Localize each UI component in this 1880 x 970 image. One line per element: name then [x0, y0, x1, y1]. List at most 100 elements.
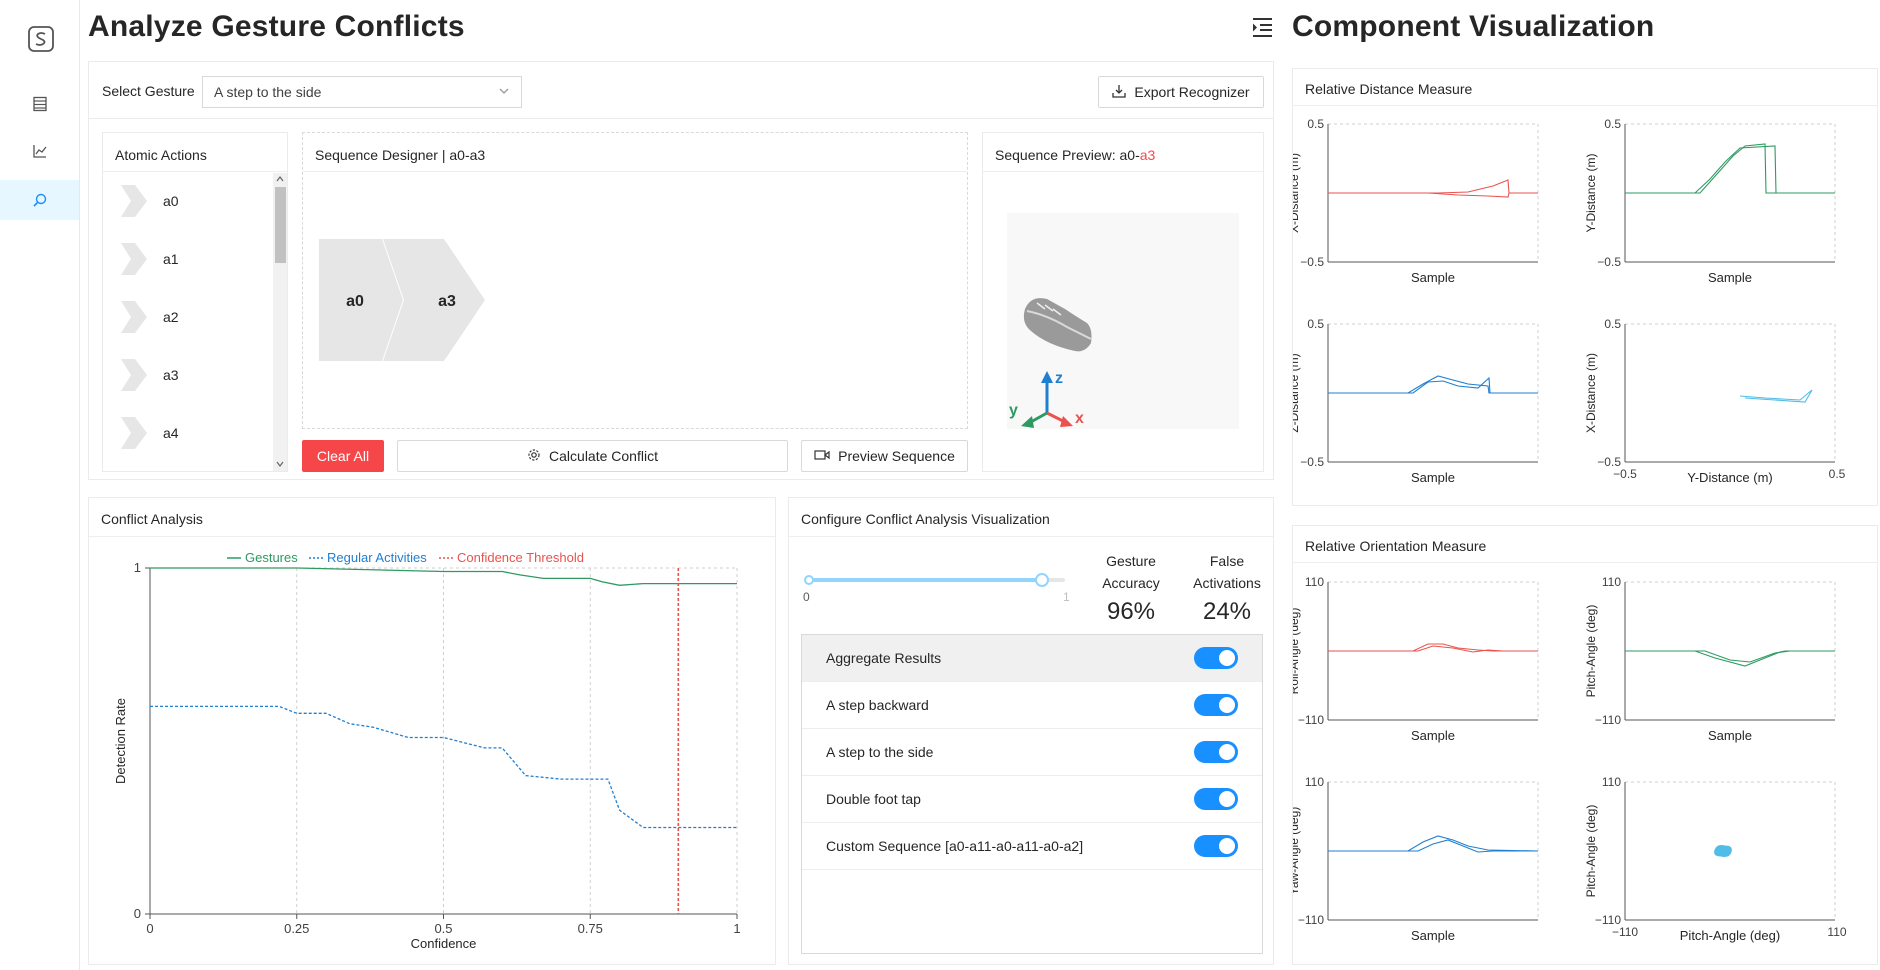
gesture-select-value: A step to the side — [214, 84, 322, 100]
distance-charts[interactable]: 0.5 −0.5 Sample X-Distance (m) 0.5 −0.5 Sample… — [1293, 107, 1877, 505]
component-chart[interactable]: 0.5 −0.5 Sample Y-Distance (m) — [1584, 117, 1836, 285]
gesture-select[interactable]: A step to the side — [202, 76, 522, 108]
toggle-switch[interactable] — [1194, 647, 1238, 669]
y-axis-label: Pitch-Angle (deg) — [1584, 805, 1598, 898]
component-visualization-title: Component Visualization — [1292, 10, 1655, 43]
toggle-row-double-tap[interactable]: Double foot tap — [802, 776, 1262, 823]
toggle-switch[interactable] — [1194, 788, 1238, 810]
atomic-action-a1[interactable]: a1 — [121, 239, 179, 279]
x-tick-label: −0.5 — [1613, 467, 1637, 481]
nav-chart-icon[interactable] — [0, 131, 79, 171]
x-tick-label: 1 — [733, 921, 740, 936]
slider-handle-max[interactable] — [1035, 573, 1049, 587]
trace-line — [1328, 179, 1538, 194]
calculate-conflict-label: Calculate Conflict — [549, 448, 658, 464]
x-axis-label: Sample — [1411, 728, 1455, 743]
sequence-preview-title: Sequence Preview: a0-a3 — [995, 147, 1156, 163]
legend-item[interactable]: Regular Activities — [309, 550, 427, 565]
threshold-slider[interactable] — [804, 573, 1065, 587]
legend-item[interactable]: Gestures — [227, 550, 298, 565]
preview-viewport[interactable]: z x y — [1007, 213, 1239, 429]
scatter-blob — [1714, 845, 1732, 857]
axis-y-label: y — [1009, 402, 1018, 419]
orientation-charts[interactable]: 110 −110 Sample Roll-Angle (deg) 110 −110 Samp… — [1293, 564, 1877, 964]
y-axis-label: X-Distance (m) — [1584, 353, 1598, 433]
clear-all-button[interactable]: Clear All — [302, 440, 384, 472]
gesture-accuracy-value: 96% — [1106, 598, 1156, 625]
x-tick-label: 0.75 — [578, 921, 603, 936]
y-tick-label: 0.5 — [1307, 317, 1324, 331]
conflict-chart[interactable]: Gestures Regular Activities Confidence Thr… — [89, 538, 775, 964]
toggle-row-custom-sequence[interactable]: Custom Sequence [a0-a11-a0-a11-a0-a2] — [802, 823, 1262, 870]
y-tick-label: −110 — [1595, 713, 1621, 727]
scroll-down-icon[interactable] — [276, 460, 284, 468]
slider-handle-min[interactable] — [804, 575, 814, 585]
chevron-down-icon — [498, 84, 510, 100]
nav-search-icon[interactable] — [0, 180, 79, 220]
false-activations-value: 24% — [1202, 598, 1252, 625]
series-toggle-list: Aggregate Results A step backward A step… — [801, 634, 1263, 954]
toggle-switch[interactable] — [1194, 835, 1238, 857]
toggle-row-aggregate[interactable]: Aggregate Results — [802, 635, 1262, 682]
x-tick-label: 0 — [146, 921, 153, 936]
component-chart[interactable]: 0.5−0.5Y-Distance (m)X-Distance (m)−0.5 0… — [1584, 317, 1846, 485]
legend-item[interactable]: Confidence Threshold — [439, 550, 584, 565]
atomic-action-a4[interactable]: a4 — [121, 413, 179, 453]
y-tick-label: 0 — [134, 906, 141, 921]
app-logo-icon[interactable] — [26, 24, 56, 59]
trace-line — [1625, 143, 1835, 194]
component-chart[interactable]: 110 −110 Pitch-Angle (deg) Pitch-Angle (deg… — [1584, 775, 1847, 943]
toggle-switch[interactable] — [1194, 741, 1238, 763]
atomic-action-label: a2 — [163, 309, 179, 325]
x-axis-label: Y-Distance (m) — [1687, 470, 1772, 485]
x-tick-label: −110 — [1612, 925, 1638, 939]
atomic-action-a2[interactable]: a2 — [121, 297, 179, 337]
select-gesture-label: Select Gesture — [102, 83, 195, 99]
sequence-blocks: a0 a3 — [319, 239, 485, 361]
collapse-menu-icon[interactable] — [1250, 16, 1274, 43]
chevron-block-icon — [121, 301, 147, 333]
toggle-row-step-side[interactable]: A step to the side — [802, 729, 1262, 776]
toggle-label: A step to the side — [826, 744, 934, 760]
y-tick-label: −0.5 — [1300, 455, 1324, 469]
atomic-actions-list: a0 a1 a2 a3 a4 — [103, 173, 273, 471]
calculate-conflict-button[interactable]: Calculate Conflict — [397, 440, 788, 472]
scrollbar-thumb[interactable] — [275, 187, 286, 263]
toggle-row-step-backward[interactable]: A step backward — [802, 682, 1262, 729]
orientation-title: Relative Orientation Measure — [1305, 538, 1487, 554]
y-tick-label: 110 — [1602, 775, 1621, 789]
preview-sequence-label: Preview Sequence — [838, 448, 955, 464]
component-chart[interactable]: 110 −110 Sample Roll-Angle (deg) — [1293, 575, 1539, 743]
component-chart[interactable]: 110 −110 Sample Pitch-Angle (deg) — [1584, 575, 1836, 743]
export-recognizer-button[interactable]: Export Recognizer — [1098, 76, 1264, 108]
toggle-switch[interactable] — [1194, 694, 1238, 716]
x-axis-label: Sample — [1411, 928, 1455, 943]
plot-frame — [1624, 323, 1836, 463]
chevron-block-icon — [121, 243, 147, 275]
atomic-action-a0[interactable]: a0 — [121, 181, 179, 221]
scroll-up-icon[interactable] — [276, 175, 284, 183]
conflict-analysis-panel: Conflict Analysis Gestures Regular Activi… — [88, 497, 776, 965]
distance-panel: Relative Distance Measure 0.5 −0.5 Sample X… — [1292, 68, 1878, 506]
x-tick-label: 0.25 — [284, 921, 309, 936]
trace-line — [1328, 643, 1538, 652]
y-axis-label: X-Distance (m) — [1293, 153, 1301, 233]
component-chart[interactable]: 0.5 −0.5 Sample Z-Distance (m) — [1293, 317, 1539, 485]
preview-sequence-button[interactable]: Preview Sequence — [801, 440, 968, 472]
atomic-action-a3[interactable]: a3 — [121, 355, 179, 395]
y-tick-label: −0.5 — [1597, 255, 1621, 269]
video-camera-icon — [814, 448, 830, 464]
y-tick-label: 110 — [1602, 575, 1621, 589]
atomic-action-label: a4 — [163, 425, 179, 441]
toggle-label: Double foot tap — [826, 791, 921, 807]
atomic-action-label: a1 — [163, 251, 179, 267]
nav-table-icon[interactable] — [0, 84, 79, 124]
trace-line — [1328, 645, 1538, 653]
x-tick-label: 0.5 — [434, 921, 452, 936]
x-axis-label: Sample — [1411, 270, 1455, 285]
component-chart[interactable]: 110 −110 Sample Yaw-Angle (deg) — [1293, 775, 1539, 943]
component-chart[interactable]: 0.5 −0.5 Sample X-Distance (m) — [1293, 117, 1539, 285]
trace-line — [1625, 650, 1835, 667]
x-tick-label: 110 — [1827, 925, 1846, 939]
scrollbar[interactable] — [273, 173, 287, 471]
